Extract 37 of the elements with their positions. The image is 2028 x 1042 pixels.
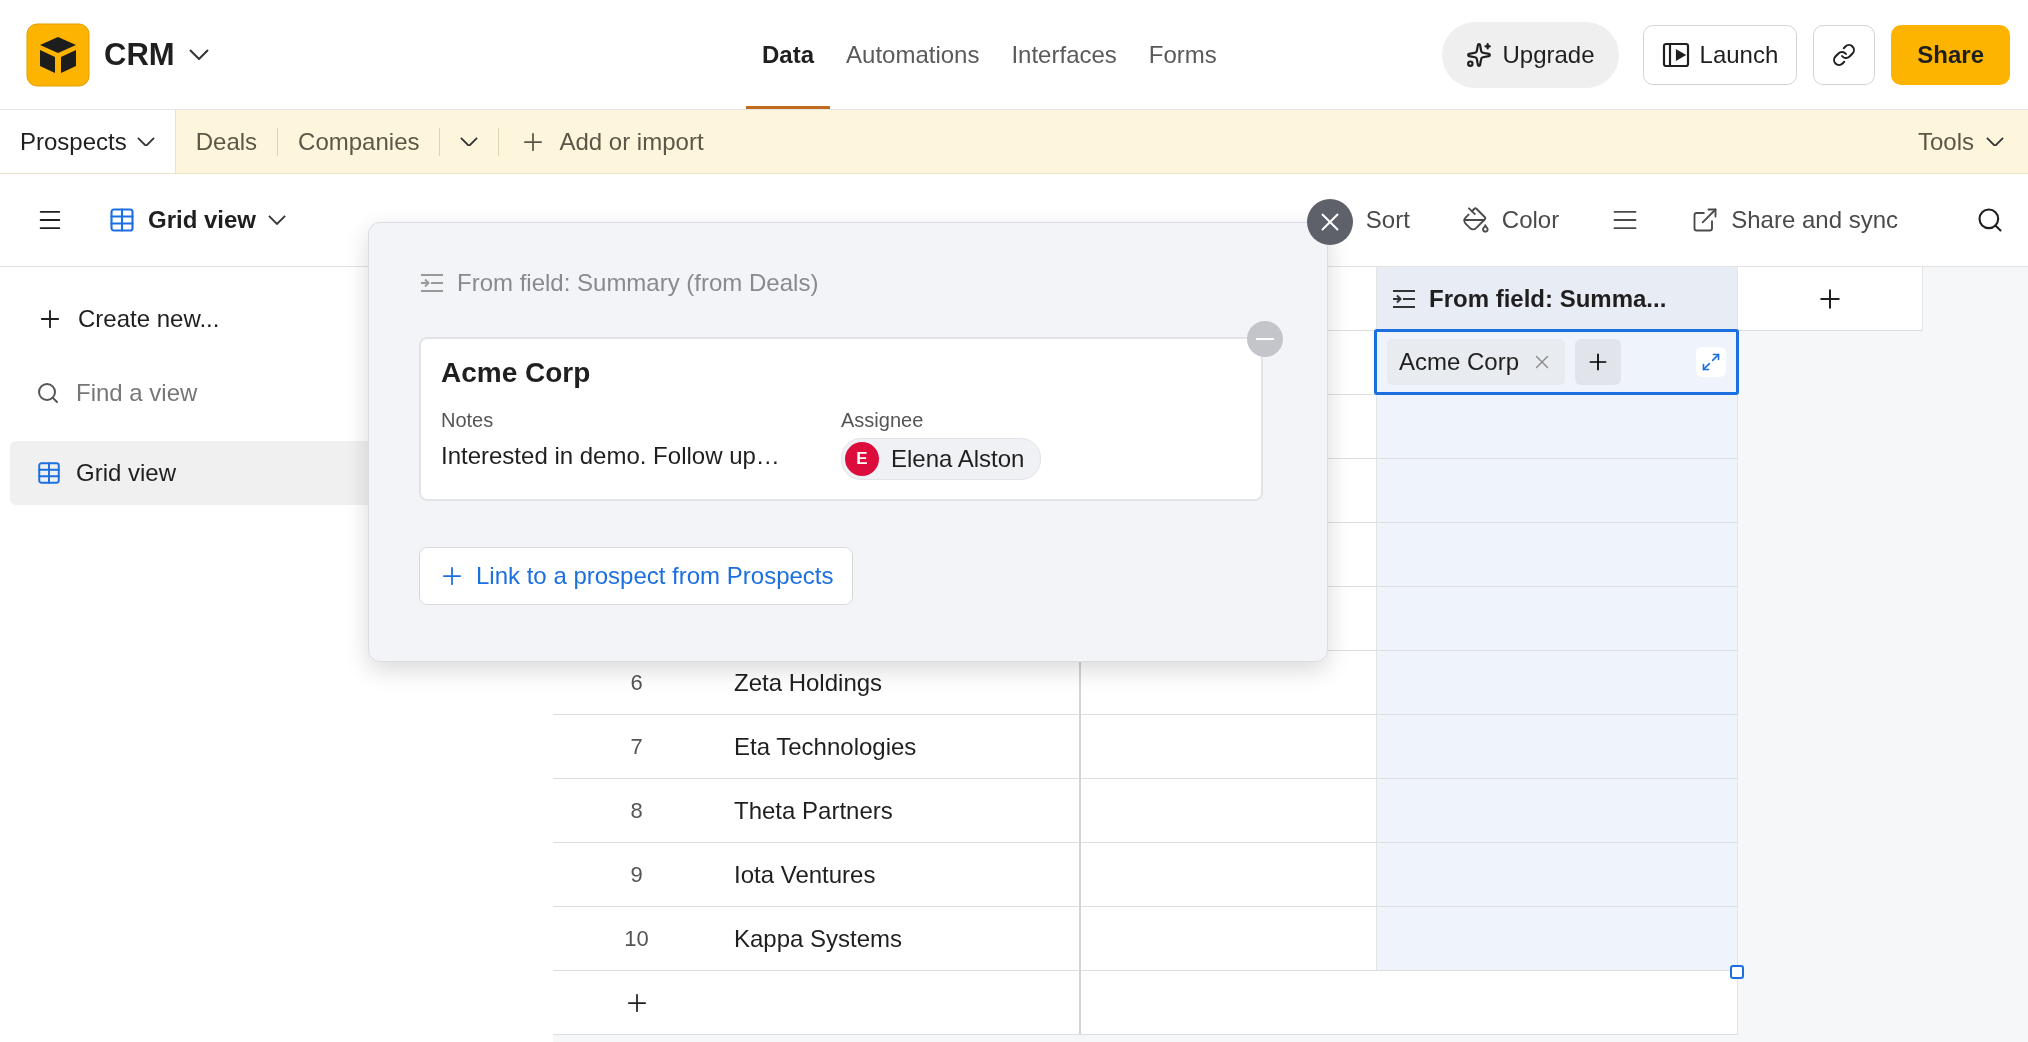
add-table-button[interactable]: Add or import xyxy=(499,110,724,173)
nav-tab[interactable]: Interfaces xyxy=(995,0,1133,109)
toolbar-button[interactable]: Share and sync xyxy=(1691,206,1898,234)
upgrade-button[interactable]: Upgrade xyxy=(1442,21,1619,88)
table-tab[interactable]: Prospects xyxy=(0,110,176,173)
table-cell: Eta Technologies xyxy=(720,715,1081,779)
table-tab[interactable]: Companies xyxy=(278,110,440,173)
nav-tab[interactable]: Forms xyxy=(1132,0,1233,109)
launch-button[interactable]: Launch xyxy=(1642,24,1798,85)
app-name: CRM xyxy=(104,36,175,73)
field-name: Notes xyxy=(441,409,495,432)
field-name: Assignee xyxy=(841,409,925,432)
column-header[interactable]: From field: Summa... xyxy=(1377,267,1738,331)
selected-cell[interactable]: Acme Corp xyxy=(1374,329,1739,395)
link-record-button[interactable]: Link to a prospect from Prospects xyxy=(419,547,853,605)
table-cell: Iota Ventures xyxy=(720,843,1081,907)
record-chip: Acme Corp xyxy=(1387,339,1566,385)
table-cell: Theta Partners xyxy=(720,779,1081,843)
tools-button[interactable]: Tools xyxy=(1897,110,2028,173)
column-title: From field: Summa... xyxy=(1429,284,1667,313)
toolbar-button[interactable]: Color xyxy=(1461,206,1560,234)
row-number-cell: 8 xyxy=(553,779,720,843)
avatar: E xyxy=(845,442,879,476)
table-cell: Kappa Systems xyxy=(720,907,1081,971)
row-number-cell: 7 xyxy=(553,715,720,779)
user-name: Elena Alston xyxy=(891,445,1025,473)
view-name: Grid view xyxy=(148,206,257,234)
row-number-cell: 9 xyxy=(553,843,720,907)
nav-tab[interactable]: Automations xyxy=(830,0,996,109)
row-number-cell: 10 xyxy=(553,907,720,971)
table-tab[interactable]: Deals xyxy=(175,110,278,173)
share-button[interactable]: Share xyxy=(1891,24,2010,85)
view-search-field[interactable]: Find a view xyxy=(74,378,388,408)
view-switcher[interactable]: Grid view xyxy=(108,206,287,234)
record-card[interactable]: Acme Corp Notes Interested in demo. Follow up… Assignee E Elena Alston xyxy=(419,337,1263,501)
record-title: Acme Corp xyxy=(441,357,592,389)
field-label: From field: Summary (from Deals) xyxy=(457,269,819,297)
